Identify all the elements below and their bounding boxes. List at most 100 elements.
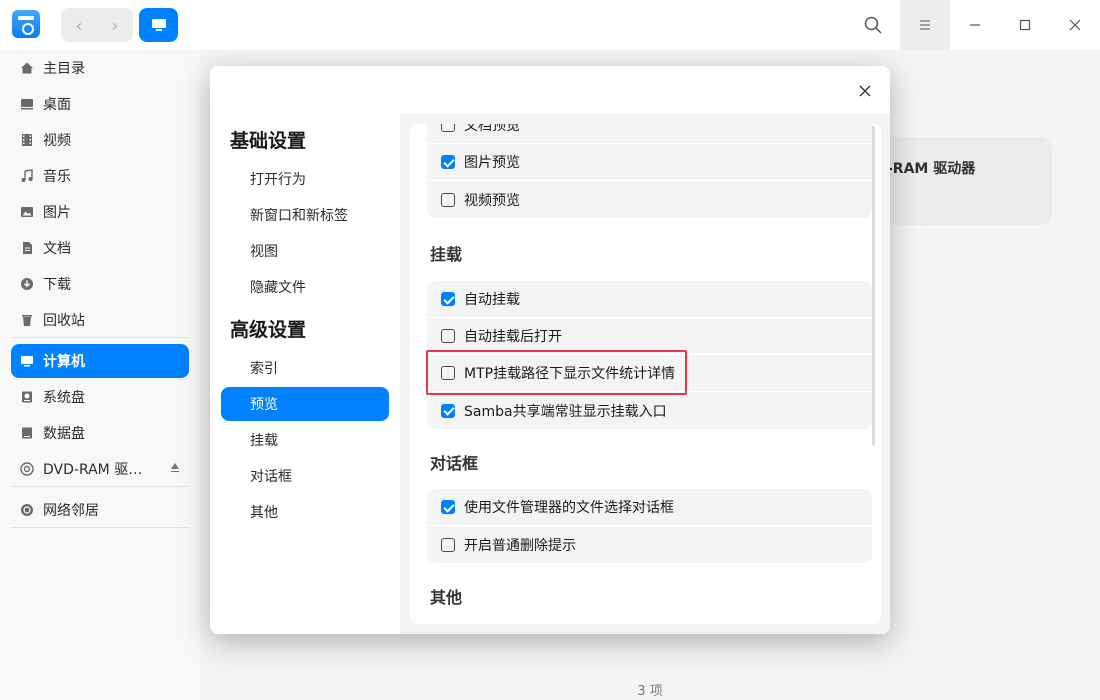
option-label: Samba共享端常驻显示挂载入口 [464,403,667,420]
settings-nav: 基础设置 打开行为 新窗口和新标签 视图 隐藏文件 高级设置 索引 预览 挂载 … [210,66,400,634]
option-row[interactable]: 自动挂载 [427,281,872,318]
option-row[interactable]: 文档预览 [427,124,872,144]
sidebar-item-trash[interactable]: 回收站 [11,303,189,337]
minimize-icon [970,24,980,26]
computer-icon [19,353,35,369]
nav-item-index[interactable]: 索引 [221,351,389,385]
nav-item-view[interactable]: 视图 [221,234,389,268]
mtp-file-stats-checkbox[interactable] [441,366,455,380]
disk-icon [19,425,35,441]
sidebar-item-music[interactable]: 音乐 [11,159,189,193]
settings-content: 文档预览 图片预览 视频预览 挂载 自动挂载 自动挂载后打开 MTP挂载路径下显… [400,114,890,634]
option-row[interactable]: 开启普通删除提示 [427,526,872,563]
navigation-buttons: ‹ › [61,8,133,42]
option-label: 视频预览 [464,192,520,209]
settings-dialog: 基础设置 打开行为 新窗口和新标签 视图 隐藏文件 高级设置 索引 预览 挂载 … [210,66,890,634]
option-label: MTP挂载路径下显示文件统计详情 [464,366,676,382]
use-file-chooser-checkbox[interactable] [441,500,455,514]
option-label: 使用文件管理器的文件选择对话框 [464,500,674,516]
image-preview-checkbox[interactable] [441,155,455,169]
window-close-button[interactable] [1050,0,1100,50]
option-row[interactable]: 视频预览 [427,181,872,218]
preview-options-group: 文档预览 图片预览 视频预览 [427,124,872,218]
sidebar-item-label: 系统盘 [43,390,85,406]
eject-icon[interactable] [171,463,179,472]
sidebar-item-desktop[interactable]: 桌面 [11,87,189,121]
option-row[interactable]: 图片预览 [427,144,872,181]
nav-heading-advanced[interactable]: 高级设置 [230,315,306,342]
nav-item-open-behavior[interactable]: 打开行为 [221,162,389,196]
sidebar-item-label: 数据盘 [43,426,85,442]
option-row[interactable]: MTP挂载路径下显示文件统计详情 [427,355,872,392]
sidebar-item-label: 视频 [43,133,71,149]
sidebar-item-label: 网络邻居 [43,503,99,519]
dialog-close-button[interactable] [850,76,880,106]
nav-item-hidden-files[interactable]: 隐藏文件 [221,270,389,304]
nav-item-preview[interactable]: 预览 [221,387,389,421]
search-icon [864,16,882,34]
open-after-mount-checkbox[interactable] [441,329,455,343]
sidebar-divider [11,486,189,487]
sidebar-item-label: 桌面 [43,97,71,113]
sidebar-item-pictures[interactable]: 图片 [11,195,189,229]
option-row[interactable]: 使用文件管理器的文件选择对话框 [427,489,872,526]
nav-item-mount[interactable]: 挂载 [221,423,389,457]
dvd-drive-card-label: -RAM 驱动器 [887,161,976,177]
document-preview-checkbox[interactable] [441,124,455,132]
forward-button[interactable]: › [97,8,133,42]
sidebar-item-label: 下载 [43,277,71,293]
close-icon [859,85,871,97]
scrollbar[interactable] [872,126,875,446]
sidebar-item-computer[interactable]: 计算机 [11,344,189,378]
option-label: 图片预览 [464,155,520,171]
sidebar-item-system-disk[interactable]: 系统盘 [11,380,189,414]
hamburger-menu-icon [920,20,930,30]
maximize-icon [1019,19,1031,31]
mount-options-group: 自动挂载 自动挂载后打开 MTP挂载路径下显示文件统计详情 Samba共享端常驻… [427,281,872,429]
search-button[interactable] [848,0,898,50]
settings-scroll-area[interactable]: 文档预览 图片预览 视频预览 挂载 自动挂载 自动挂载后打开 MTP挂载路径下显… [410,124,881,624]
sidebar-item-downloads[interactable]: 下载 [11,267,189,301]
computer-view-button[interactable] [139,8,178,42]
nav-item-dialog[interactable]: 对话框 [221,459,389,493]
delete-prompt-checkbox[interactable] [441,537,455,552]
samba-mount-entry-checkbox[interactable] [441,403,455,418]
desktop-icon [19,96,35,112]
sidebar-item-dvd-drive[interactable]: DVD-RAM 驱… [11,452,189,486]
status-bar-item-count: 3 项 [637,684,663,699]
option-label: 开启普通删除提示 [464,537,576,554]
sidebar-item-data-disk[interactable]: 数据盘 [11,416,189,450]
option-label: 自动挂载 [464,292,520,308]
auto-mount-checkbox[interactable] [441,292,455,306]
nav-heading-basic[interactable]: 基础设置 [230,126,306,153]
nav-item-other[interactable]: 其他 [221,495,389,529]
option-label: 文档预览 [464,124,520,134]
section-title-mount: 挂载 [430,245,463,264]
sidebar-item-network[interactable]: 网络邻居 [11,493,189,527]
optical-disc-icon [19,461,35,477]
option-label: 自动挂载后打开 [464,329,562,345]
network-icon [19,502,35,518]
minimize-button[interactable] [950,0,1000,50]
video-icon [19,132,35,148]
download-icon [19,276,35,292]
document-icon [19,240,35,256]
disk-icon [19,389,35,405]
file-manager-logo-icon [12,10,40,38]
nav-item-new-window-tab[interactable]: 新窗口和新标签 [221,198,389,232]
main-menu-button[interactable] [900,0,950,50]
picture-icon [19,204,35,220]
sidebar-item-documents[interactable]: 文档 [11,231,189,265]
sidebar-divider [11,527,189,528]
home-icon [19,60,35,76]
sidebar-item-home[interactable]: 主目录 [11,51,189,85]
back-button[interactable]: ‹ [61,8,97,42]
sidebar-item-label: 计算机 [43,354,85,370]
maximize-button[interactable] [1000,0,1050,50]
sidebar-item-label: 主目录 [43,61,85,77]
sidebar-divider [11,337,189,338]
video-preview-checkbox[interactable] [441,192,455,207]
option-row[interactable]: 自动挂载后打开 [427,318,872,355]
option-row[interactable]: Samba共享端常驻显示挂载入口 [427,392,872,429]
sidebar-item-videos[interactable]: 视频 [11,123,189,157]
